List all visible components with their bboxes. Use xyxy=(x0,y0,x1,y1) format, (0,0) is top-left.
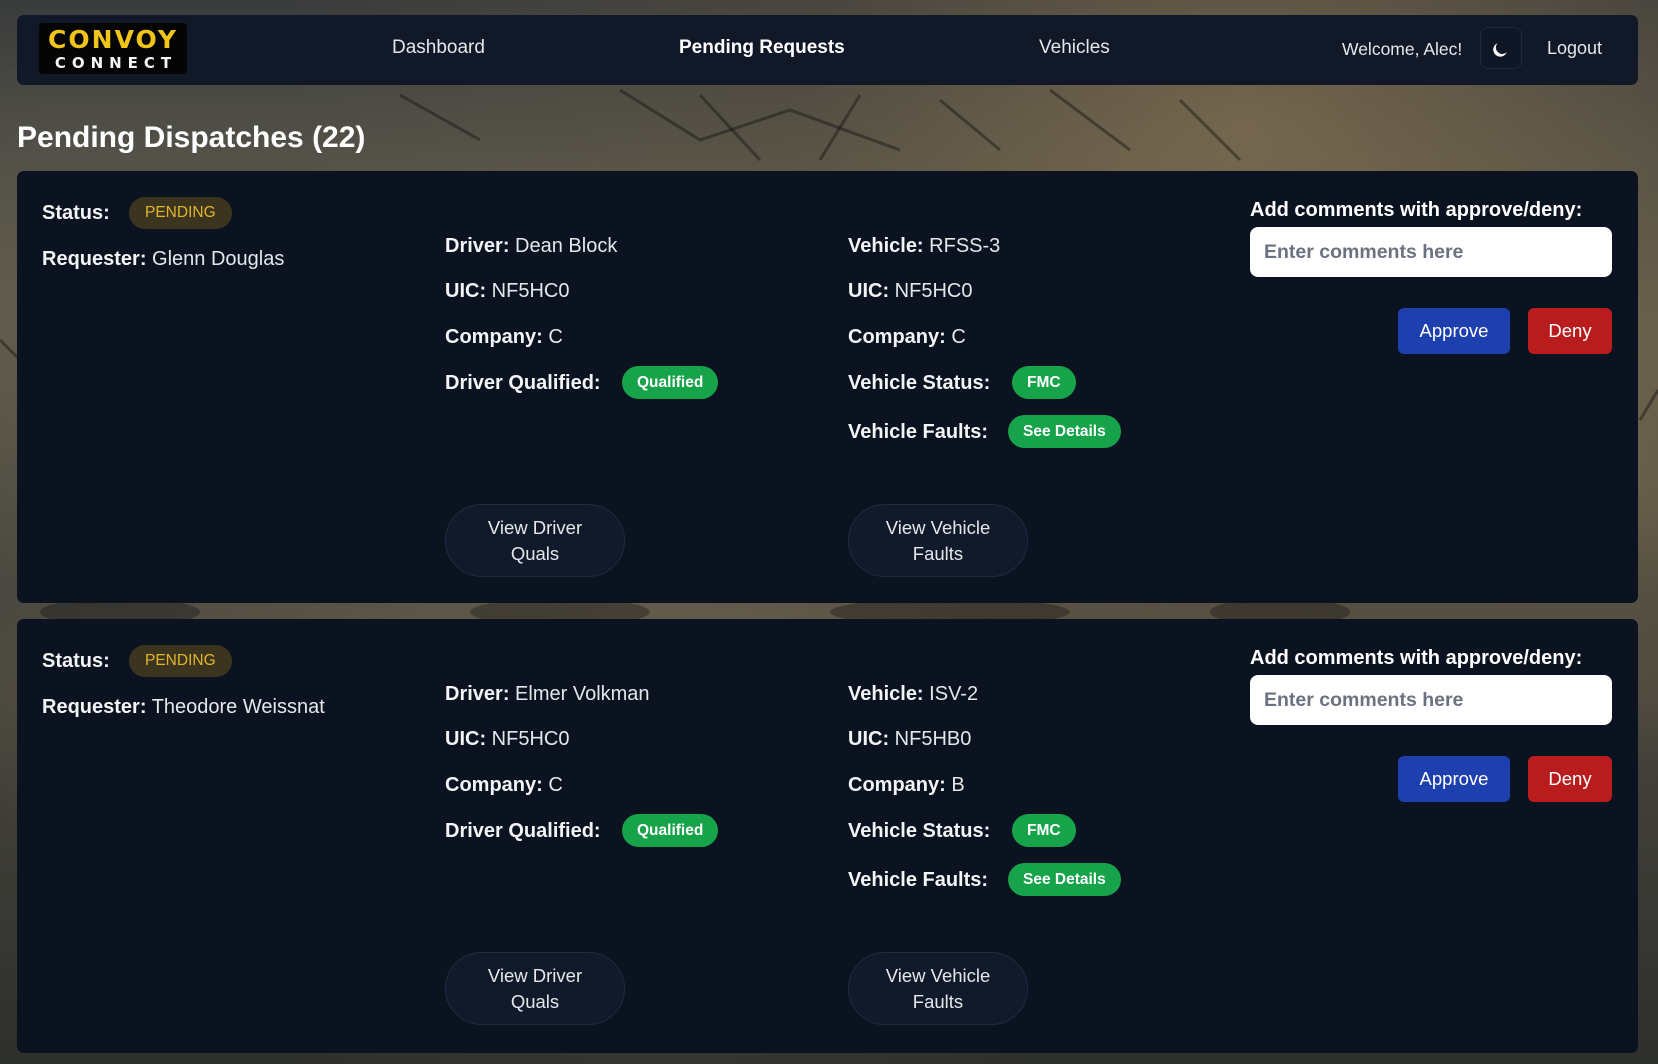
vehicle-faults-details-badge[interactable]: See Details xyxy=(1008,863,1121,896)
requester-value: Theodore Weissnat xyxy=(151,696,325,718)
vehicle-company-value: C xyxy=(951,326,966,348)
welcome-message: Welcome, Alec! xyxy=(1342,39,1463,59)
vehicle-field: Vehicle: ISV-2 xyxy=(848,683,979,705)
status-label: Status: xyxy=(42,202,110,224)
view-vehicle-faults-button[interactable]: View Vehicle Faults xyxy=(848,952,1028,1025)
top-navbar: CONVOY CONNECT Dashboard Pending Request… xyxy=(17,15,1638,85)
view-driver-quals-button[interactable]: View Driver Quals xyxy=(445,952,625,1025)
status-label: Status: xyxy=(42,650,110,672)
requester-value: Glenn Douglas xyxy=(152,248,285,270)
vehicle-value: ISV-2 xyxy=(929,683,979,705)
driver-field: Driver: Elmer Volkman xyxy=(445,683,650,705)
page-title: Pending Dispatches (22) xyxy=(17,121,366,154)
view-vehicle-faults-button[interactable]: View Vehicle Faults xyxy=(848,504,1028,577)
driver-uic-value: NF5HC0 xyxy=(491,280,570,302)
driver-company-value: C xyxy=(548,774,563,796)
vehicle-status-badge: FMC xyxy=(1012,814,1076,847)
logo-wordmark-top: CONVOY xyxy=(48,25,178,54)
vehicle-uic-value: NF5HC0 xyxy=(894,280,973,302)
driver-field: Driver: Dean Block xyxy=(445,235,618,257)
vehicle-faults-field: Vehicle Faults: xyxy=(848,421,989,443)
convoy-connect-logo[interactable]: CONVOY CONNECT xyxy=(39,23,187,74)
vehicle-faults-details-badge[interactable]: See Details xyxy=(1008,415,1121,448)
comments-label: Add comments with approve/deny: xyxy=(1250,199,1583,221)
logo-wordmark-bottom: CONNECT xyxy=(54,54,178,72)
approve-button[interactable]: Approve xyxy=(1398,308,1510,354)
driver-company-field: Company: C xyxy=(445,774,563,796)
driver-uic-value: NF5HC0 xyxy=(491,728,570,750)
deny-button[interactable]: Deny xyxy=(1528,308,1612,354)
status-badge: PENDING xyxy=(129,197,232,229)
comments-input[interactable] xyxy=(1250,675,1612,725)
driver-qualified-badge: Qualified xyxy=(622,814,719,847)
deny-button[interactable]: Deny xyxy=(1528,756,1612,802)
driver-company-value: C xyxy=(548,326,563,348)
vehicle-uic-value: NF5HB0 xyxy=(894,728,972,750)
comments-input[interactable] xyxy=(1250,227,1612,277)
requester-field: Requester: Theodore Weissnat xyxy=(42,696,325,719)
requester-label: Requester: xyxy=(42,248,147,270)
driver-qualified-badge: Qualified xyxy=(622,366,719,399)
vehicle-field: Vehicle: RFSS-3 xyxy=(848,235,1001,257)
theme-toggle-button[interactable] xyxy=(1480,27,1522,69)
vehicle-faults-field: Vehicle Faults: xyxy=(848,869,989,891)
dispatch-card: Status: PENDING Requester: Theodore Weis… xyxy=(17,619,1638,1053)
vehicle-status-field: Vehicle Status: xyxy=(848,372,991,394)
nav-dashboard[interactable]: Dashboard xyxy=(392,37,485,59)
vehicle-status-badge: FMC xyxy=(1012,366,1076,399)
requester-field: Requester: Glenn Douglas xyxy=(42,248,284,271)
driver-value: Dean Block xyxy=(515,235,618,257)
status-badge: PENDING xyxy=(129,645,232,677)
comments-label: Add comments with approve/deny: xyxy=(1250,647,1583,669)
driver-qualified-field: Driver Qualified: xyxy=(445,820,601,842)
vehicle-company-field: Company: C xyxy=(848,326,966,348)
moon-icon xyxy=(1493,43,1507,57)
nav-pending-requests[interactable]: Pending Requests xyxy=(679,37,845,59)
driver-uic-field: UIC: NF5HC0 xyxy=(445,728,570,750)
approve-button[interactable]: Approve xyxy=(1398,756,1510,802)
vehicle-value: RFSS-3 xyxy=(929,235,1001,257)
driver-uic-field: UIC: NF5HC0 xyxy=(445,280,570,302)
nav-vehicles[interactable]: Vehicles xyxy=(1039,37,1110,59)
logout-link[interactable]: Logout xyxy=(1547,38,1602,59)
driver-company-field: Company: C xyxy=(445,326,563,348)
vehicle-company-value: B xyxy=(951,774,965,796)
vehicle-uic-field: UIC: NF5HB0 xyxy=(848,728,972,750)
dispatch-card: Status: PENDING Requester: Glenn Douglas… xyxy=(17,171,1638,603)
vehicle-uic-field: UIC: NF5HC0 xyxy=(848,280,973,302)
requester-label: Requester: xyxy=(42,696,147,718)
driver-qualified-field: Driver Qualified: xyxy=(445,372,601,394)
vehicle-company-field: Company: B xyxy=(848,774,965,796)
view-driver-quals-button[interactable]: View Driver Quals xyxy=(445,504,625,577)
vehicle-status-field: Vehicle Status: xyxy=(848,820,991,842)
driver-value: Elmer Volkman xyxy=(515,683,650,705)
